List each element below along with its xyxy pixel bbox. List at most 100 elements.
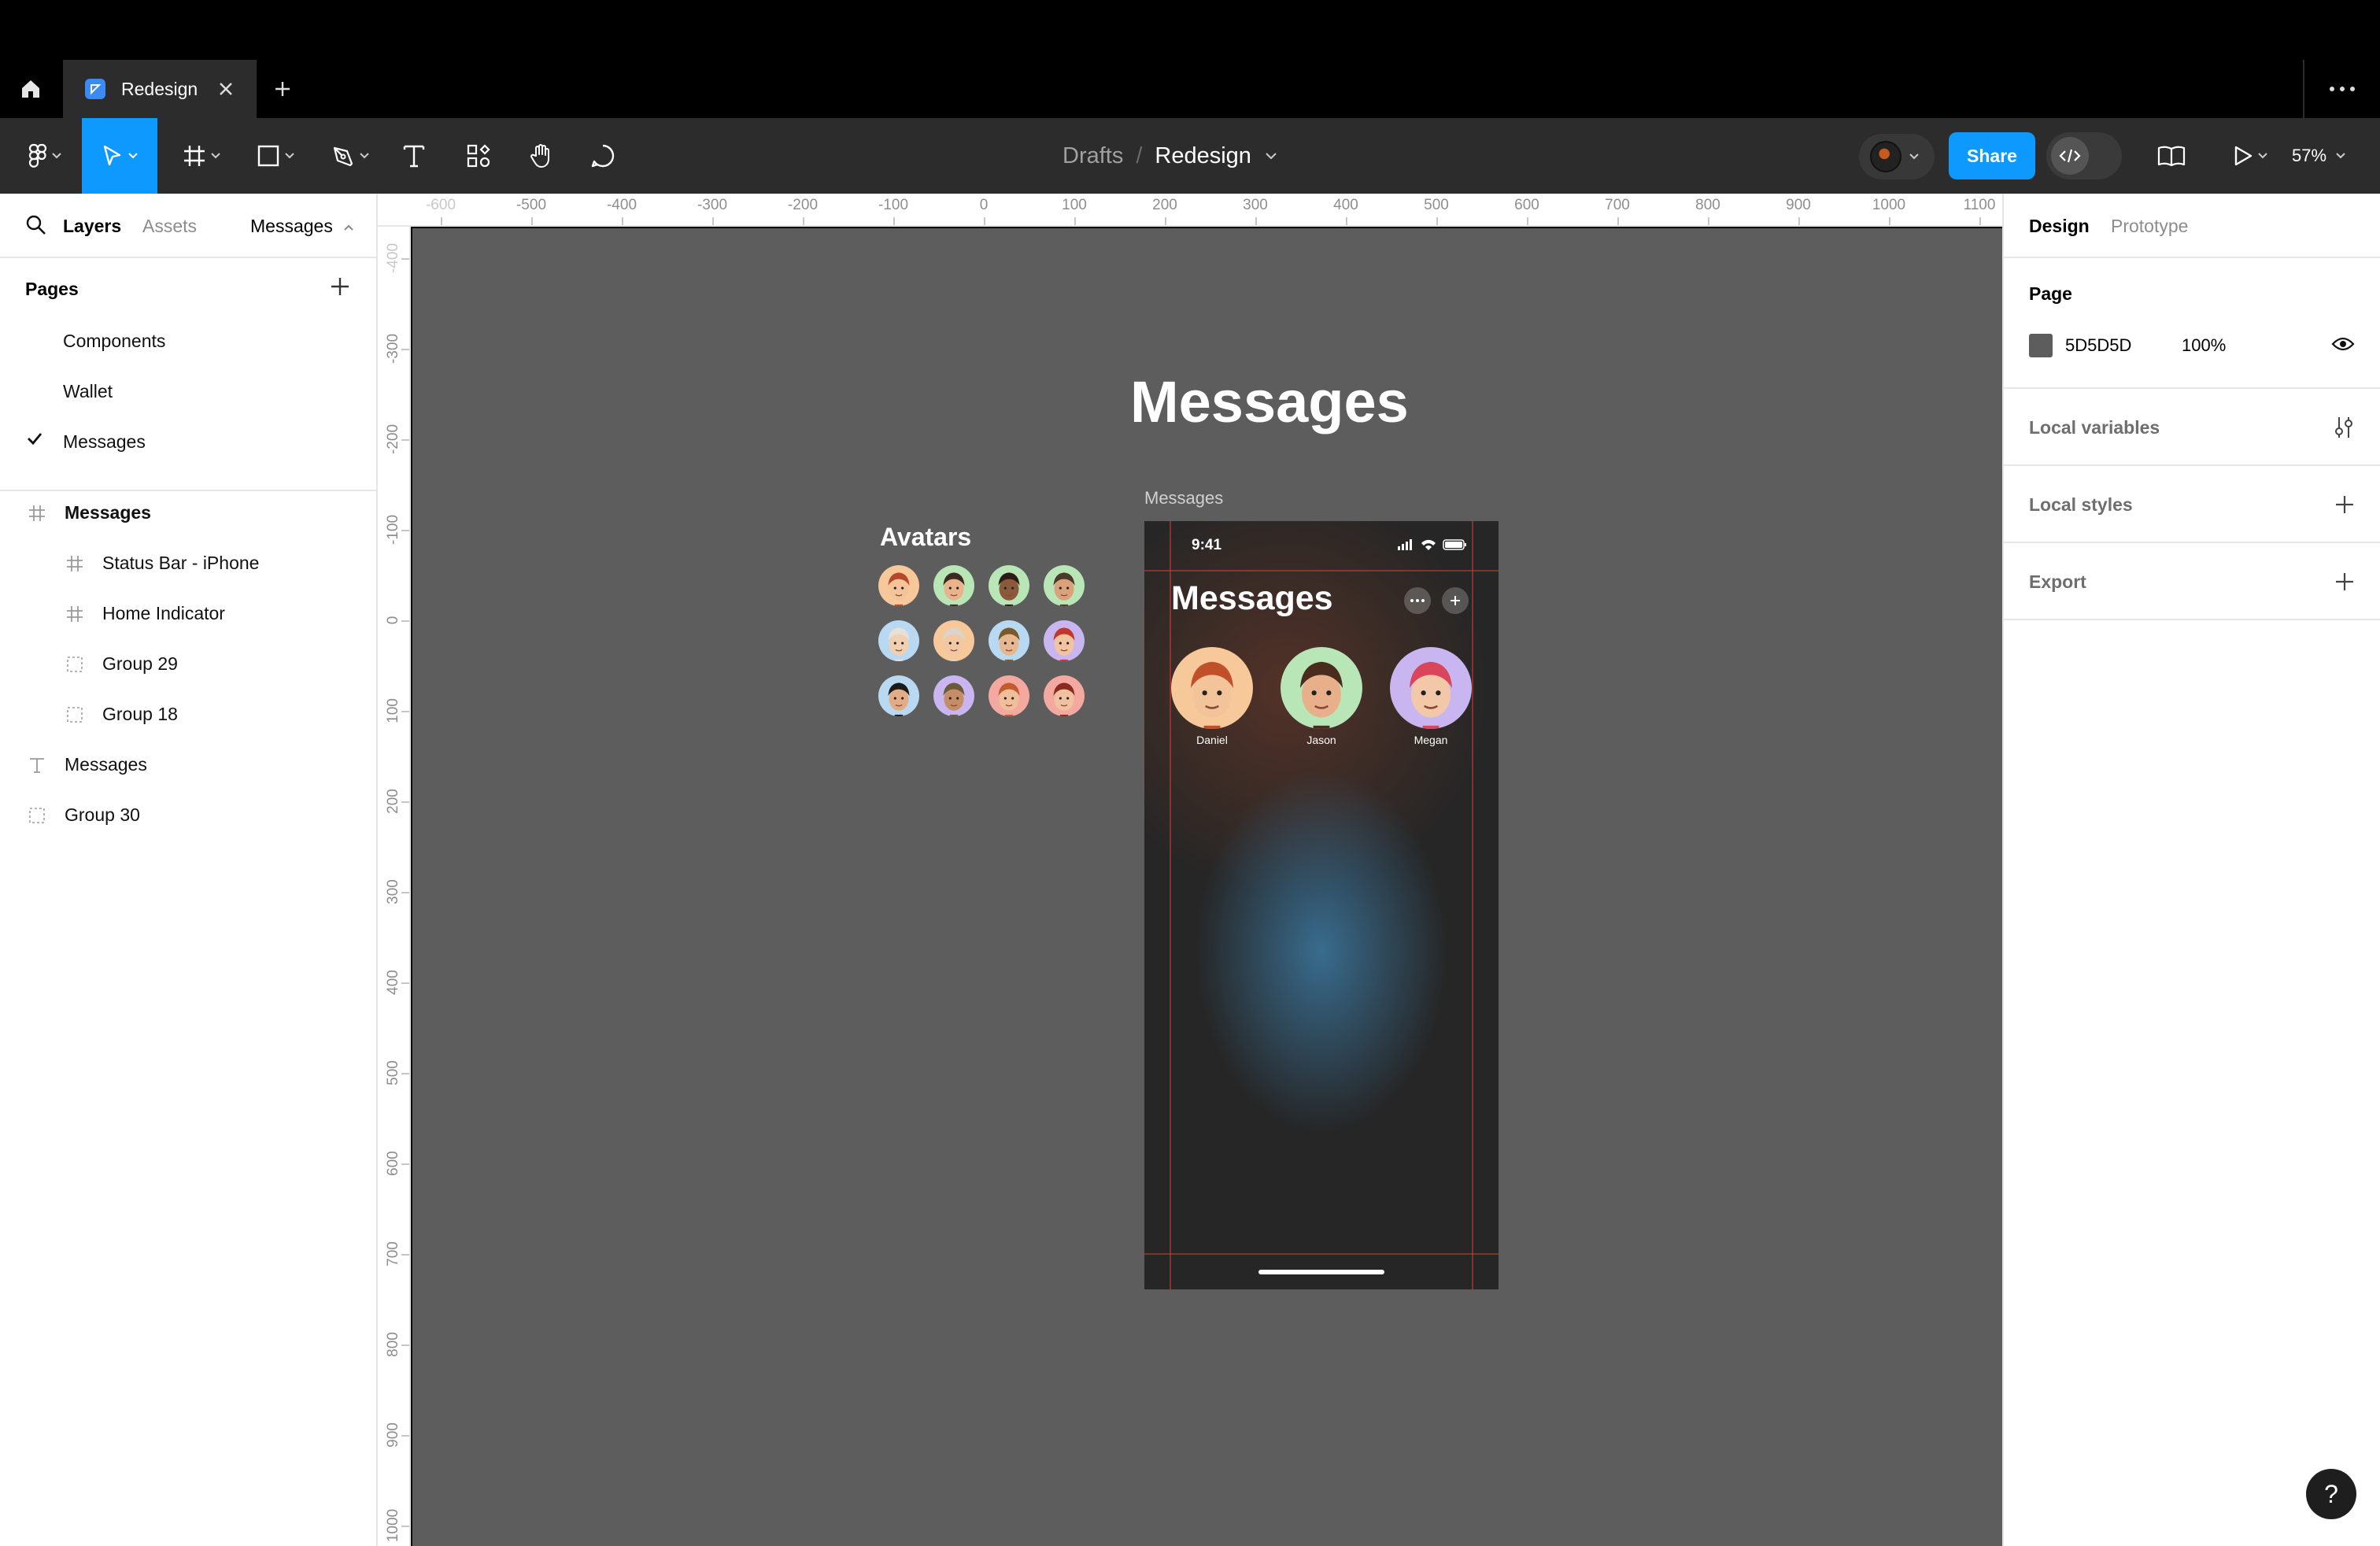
ruler-tick <box>401 1435 409 1437</box>
page-color-opacity[interactable]: 100% <box>2182 335 2226 356</box>
avatar[interactable] <box>933 565 974 606</box>
library-button[interactable] <box>2153 118 2190 194</box>
zoom-level: 57% <box>2292 146 2327 165</box>
ruler-label: 700 <box>1605 197 1630 213</box>
local-styles-section[interactable]: Local styles <box>2004 466 2380 543</box>
tab-assets[interactable]: Assets <box>142 216 197 237</box>
move-tool[interactable] <box>82 118 157 194</box>
page-item-wallet[interactable]: Wallet <box>63 381 113 402</box>
layer-row-home-indicator[interactable]: Home Indicator <box>65 603 225 624</box>
ruler-tick <box>1074 217 1076 225</box>
avatar[interactable] <box>1044 675 1085 716</box>
canvas-title-text[interactable]: Messages <box>1130 368 1409 435</box>
chevron-down-icon[interactable] <box>1266 152 1277 160</box>
ruler-label: 800 <box>1695 197 1720 213</box>
ruler-label: 200 <box>385 789 401 814</box>
present-button[interactable] <box>2226 118 2275 194</box>
tab-design[interactable]: Design <box>2029 216 2090 237</box>
file-tab[interactable]: Redesign <box>63 60 257 118</box>
hand-tool[interactable] <box>524 118 559 194</box>
local-variables-section[interactable]: Local variables <box>2004 389 2380 466</box>
layer-row-messages-frame[interactable]: Messages <box>27 502 151 523</box>
tab-prototype[interactable]: Prototype <box>2111 216 2188 237</box>
layer-row-group-30[interactable]: Group 30 <box>27 804 140 826</box>
export-section[interactable]: Export <box>2004 543 2380 620</box>
share-button[interactable]: Share <box>1949 132 2035 179</box>
ruler-label: 1000 <box>1872 197 1906 213</box>
page-color-swatch[interactable] <box>2029 334 2053 357</box>
contact-megan[interactable]: Megan <box>1390 647 1472 746</box>
layer-row-messages-text[interactable]: Messages <box>27 754 147 775</box>
layer-row-group-29[interactable]: Group 29 <box>65 653 178 675</box>
avatar <box>1390 647 1472 729</box>
layout-guide <box>1144 1253 1499 1255</box>
zoom-control[interactable]: 57% <box>2292 118 2345 194</box>
more-button[interactable] <box>2319 74 2366 104</box>
avatar[interactable] <box>933 675 974 716</box>
eye-icon[interactable] <box>2331 335 2355 353</box>
contact-jason[interactable]: Jason <box>1281 647 1362 746</box>
avatar[interactable] <box>878 565 919 606</box>
avatar <box>1171 647 1253 729</box>
contact-daniel[interactable]: Daniel <box>1171 647 1253 746</box>
checkmark-icon <box>28 433 42 446</box>
frame-label[interactable]: Messages <box>1144 488 1223 509</box>
avatar[interactable] <box>933 620 974 661</box>
avatar[interactable] <box>989 620 1029 661</box>
canvas[interactable]: Messages Avatars Messages 9:41 Messages … <box>412 228 2002 1546</box>
tab-layers[interactable]: Layers <box>63 216 121 237</box>
file-name[interactable]: Redesign <box>1155 143 1251 169</box>
dev-mode-toggle[interactable] <box>2046 132 2122 179</box>
page-switcher[interactable]: Messages <box>250 216 353 237</box>
messages-frame[interactable]: 9:41 Messages Daniel Jason Megan <box>1144 521 1499 1289</box>
breadcrumb-drafts[interactable]: Drafts <box>1062 143 1123 169</box>
more-button[interactable] <box>1404 587 1431 614</box>
pen-tool[interactable] <box>323 118 378 194</box>
new-message-button[interactable] <box>1442 587 1469 614</box>
sliders-icon[interactable] <box>2333 416 2355 439</box>
avatar[interactable] <box>989 565 1029 606</box>
avatar[interactable] <box>878 675 919 716</box>
chevron-down-icon <box>285 153 294 159</box>
ruler-label: 300 <box>1243 197 1268 213</box>
ruler-tick <box>401 258 409 260</box>
user-avatar-button[interactable] <box>1859 134 1935 179</box>
search-icon[interactable] <box>25 214 47 236</box>
layer-label: Messages <box>65 502 151 523</box>
ruler-label: 400 <box>385 970 401 995</box>
avatar[interactable] <box>989 675 1029 716</box>
page-item-messages[interactable]: Messages <box>63 431 146 453</box>
ruler-tick <box>893 217 895 225</box>
plus-icon[interactable] <box>2334 571 2355 592</box>
plus-icon[interactable] <box>2334 494 2355 515</box>
page-color-hex[interactable]: 5D5D5D <box>2065 335 2131 356</box>
resources-tool[interactable] <box>463 118 494 194</box>
close-icon[interactable] <box>216 79 236 99</box>
chevron-down-icon <box>128 153 138 159</box>
status-time: 9:41 <box>1192 537 1222 553</box>
avatar[interactable] <box>1044 620 1085 661</box>
layer-row-status-bar[interactable]: Status Bar - iPhone <box>65 553 259 574</box>
frame-icon <box>184 146 205 166</box>
avatar <box>1281 647 1362 729</box>
comment-tool[interactable] <box>587 118 619 194</box>
ruler-tick <box>803 217 804 225</box>
shape-tool[interactable] <box>249 118 302 194</box>
current-page-label: Messages <box>250 216 333 236</box>
home-button[interactable] <box>0 60 61 118</box>
avatar[interactable] <box>1044 565 1085 606</box>
frame-tool[interactable] <box>175 118 228 194</box>
add-page-icon[interactable] <box>329 276 351 298</box>
ruler-label: 100 <box>385 698 401 723</box>
text-tool[interactable] <box>398 118 430 194</box>
new-tab-button[interactable] <box>268 74 298 104</box>
layer-row-group-18[interactable]: Group 18 <box>65 704 178 725</box>
avatar[interactable] <box>878 620 919 661</box>
page-item-components[interactable]: Components <box>63 331 165 352</box>
chevron-up-icon <box>344 224 353 231</box>
help-button[interactable]: ? <box>2306 1469 2356 1519</box>
avatars-group-title[interactable]: Avatars <box>880 523 971 552</box>
chevron-down-icon <box>211 153 220 159</box>
main-menu-button[interactable] <box>17 118 72 194</box>
ruler-tick <box>401 982 409 984</box>
